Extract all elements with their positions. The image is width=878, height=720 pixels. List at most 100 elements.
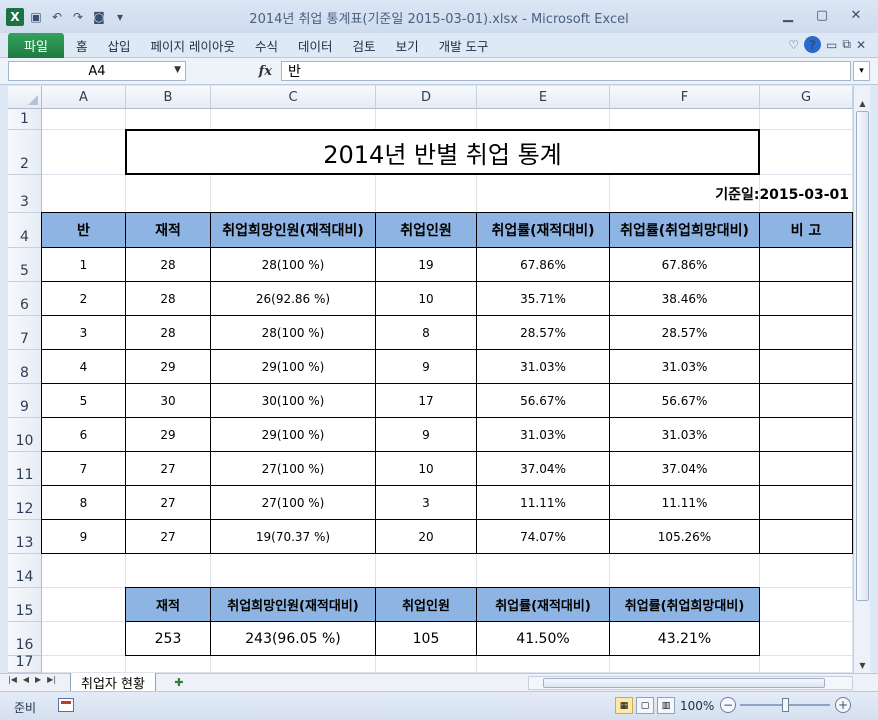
scroll-down-icon[interactable]: ▼ [854, 658, 871, 672]
table-cell[interactable] [759, 519, 853, 554]
column-header-d[interactable]: D [376, 86, 477, 109]
table-cell[interactable]: 38.46% [609, 281, 760, 316]
row-header-1[interactable]: 1 [8, 109, 42, 130]
ribbon-tab-5[interactable]: 데이터 [288, 33, 343, 58]
table-cell[interactable]: 17 [375, 383, 477, 418]
row-header-15[interactable]: 15 [8, 588, 42, 622]
table-cell[interactable] [759, 281, 853, 316]
scroll-up-icon[interactable]: ▲ [854, 96, 871, 110]
table-cell[interactable]: 19(70.37 %) [210, 519, 376, 554]
column-header-b[interactable]: B [126, 86, 211, 109]
prev-sheet-icon[interactable]: ◀ [23, 675, 29, 684]
vertical-scroll-thumb[interactable] [856, 111, 869, 601]
table-cell[interactable]: 10 [375, 451, 477, 486]
row-header-9[interactable]: 9 [8, 384, 42, 418]
table-cell[interactable]: 27(100 %) [210, 485, 376, 520]
table-cell[interactable]: 9 [41, 519, 126, 554]
table-cell[interactable]: 29 [125, 417, 211, 452]
table-cell[interactable]: 28 [125, 315, 211, 350]
help-icon[interactable]: ? [804, 36, 822, 53]
row-header-3[interactable]: 3 [8, 175, 42, 213]
row-header-16[interactable]: 16 [8, 622, 42, 656]
table-cell[interactable] [759, 315, 853, 350]
table-header-cell[interactable]: 취업인원 [375, 212, 477, 248]
column-header-g[interactable]: G [760, 86, 853, 109]
table-header-cell[interactable]: 취업률(재적대비) [476, 212, 610, 248]
normal-view-icon[interactable]: ▦ [615, 697, 633, 714]
minimize-ribbon-icon[interactable]: ♡ [788, 38, 799, 52]
workbook-close-icon[interactable]: ✕ [856, 38, 866, 52]
workbook-minimize-icon[interactable]: ▭ [826, 38, 837, 52]
table-cell[interactable] [759, 417, 853, 452]
table-cell[interactable]: 56.67% [476, 383, 610, 418]
row-header-10[interactable]: 10 [8, 418, 42, 452]
summary-value-cell[interactable]: 253 [125, 621, 211, 656]
table-cell[interactable]: 1 [41, 247, 126, 282]
table-cell[interactable] [759, 451, 853, 486]
table-cell[interactable]: 28.57% [476, 315, 610, 350]
table-cell[interactable]: 19 [375, 247, 477, 282]
table-header-cell[interactable]: 비 고 [759, 212, 853, 248]
row-header-6[interactable]: 6 [8, 282, 42, 316]
table-cell[interactable] [759, 349, 853, 384]
zoom-level[interactable]: 100% [680, 699, 714, 713]
table-cell[interactable]: 28 [125, 281, 211, 316]
table-cell[interactable]: 28.57% [609, 315, 760, 350]
zoom-slider-knob[interactable] [782, 698, 789, 712]
column-header-a[interactable]: A [42, 86, 126, 109]
table-header-cell[interactable]: 반 [41, 212, 126, 248]
table-cell[interactable]: 31.03% [476, 349, 610, 384]
table-cell[interactable]: 10 [375, 281, 477, 316]
table-cell[interactable]: 11.11% [609, 485, 760, 520]
table-cell[interactable]: 7 [41, 451, 126, 486]
table-cell[interactable]: 8 [375, 315, 477, 350]
table-cell[interactable] [759, 247, 853, 282]
table-cell[interactable]: 5 [41, 383, 126, 418]
table-cell[interactable]: 67.86% [609, 247, 760, 282]
table-cell[interactable]: 11.11% [476, 485, 610, 520]
horizontal-scrollbar[interactable] [528, 676, 853, 690]
formula-input[interactable]: 반 [281, 61, 851, 81]
row-header-17[interactable]: 17 [8, 654, 42, 673]
row-header-8[interactable]: 8 [8, 350, 42, 384]
insert-function[interactable]: fx [188, 61, 280, 81]
row-header-2[interactable]: 2 [8, 130, 42, 175]
column-header-e[interactable]: E [477, 86, 610, 109]
macro-record-icon[interactable] [58, 698, 74, 712]
table-cell[interactable] [759, 383, 853, 418]
page-layout-view-icon[interactable]: ▢ [636, 697, 654, 714]
table-cell[interactable]: 9 [375, 349, 477, 384]
table-cell[interactable]: 28(100 %) [210, 315, 376, 350]
row-header-12[interactable]: 12 [8, 486, 42, 520]
row-header-13[interactable]: 13 [8, 520, 42, 554]
table-cell[interactable]: 105.26% [609, 519, 760, 554]
worksheet-grid[interactable]: A B C D E F G 1 2 3 4 5 6 7 8 9 10 11 12 13 14 15 16 17 2014년 반별… [8, 86, 853, 673]
table-cell[interactable]: 29(100 %) [210, 417, 376, 452]
ribbon-tab-3[interactable]: 페이지 레이아웃 [141, 33, 245, 58]
table-cell[interactable]: 4 [41, 349, 126, 384]
table-cell[interactable]: 35.71% [476, 281, 610, 316]
summary-header-cell[interactable]: 취업률(취업희망대비) [609, 587, 760, 622]
table-cell[interactable]: 27 [125, 451, 211, 486]
table-cell[interactable]: 30(100 %) [210, 383, 376, 418]
ribbon-tab-2[interactable]: 삽입 [98, 33, 141, 58]
table-cell[interactable]: 29(100 %) [210, 349, 376, 384]
maximize-button[interactable]: ▢ [806, 4, 838, 26]
page-break-view-icon[interactable]: ▥ [657, 697, 675, 714]
table-cell[interactable]: 28(100 %) [210, 247, 376, 282]
zoom-in-icon[interactable]: + [835, 697, 851, 713]
table-cell[interactable]: 30 [125, 383, 211, 418]
table-header-cell[interactable]: 재적 [125, 212, 211, 248]
table-cell[interactable]: 28 [125, 247, 211, 282]
column-header-f[interactable]: F [610, 86, 760, 109]
fx-icon[interactable]: fx [259, 64, 272, 79]
ribbon-tab-4[interactable]: 수식 [245, 33, 288, 58]
row-header-14[interactable]: 14 [8, 554, 42, 588]
table-cell[interactable]: 27 [125, 485, 211, 520]
horizontal-scroll-thumb[interactable] [543, 678, 825, 688]
sheet-title[interactable]: 2014년 반별 취업 통계 [125, 129, 760, 175]
table-header-cell[interactable]: 취업희망인원(재적대비) [210, 212, 376, 248]
vertical-scrollbar[interactable]: ▲ ▼ [853, 86, 870, 673]
ribbon-tab-6[interactable]: 검토 [343, 33, 386, 58]
workbook-restore-icon[interactable]: ⧉ [842, 37, 851, 52]
